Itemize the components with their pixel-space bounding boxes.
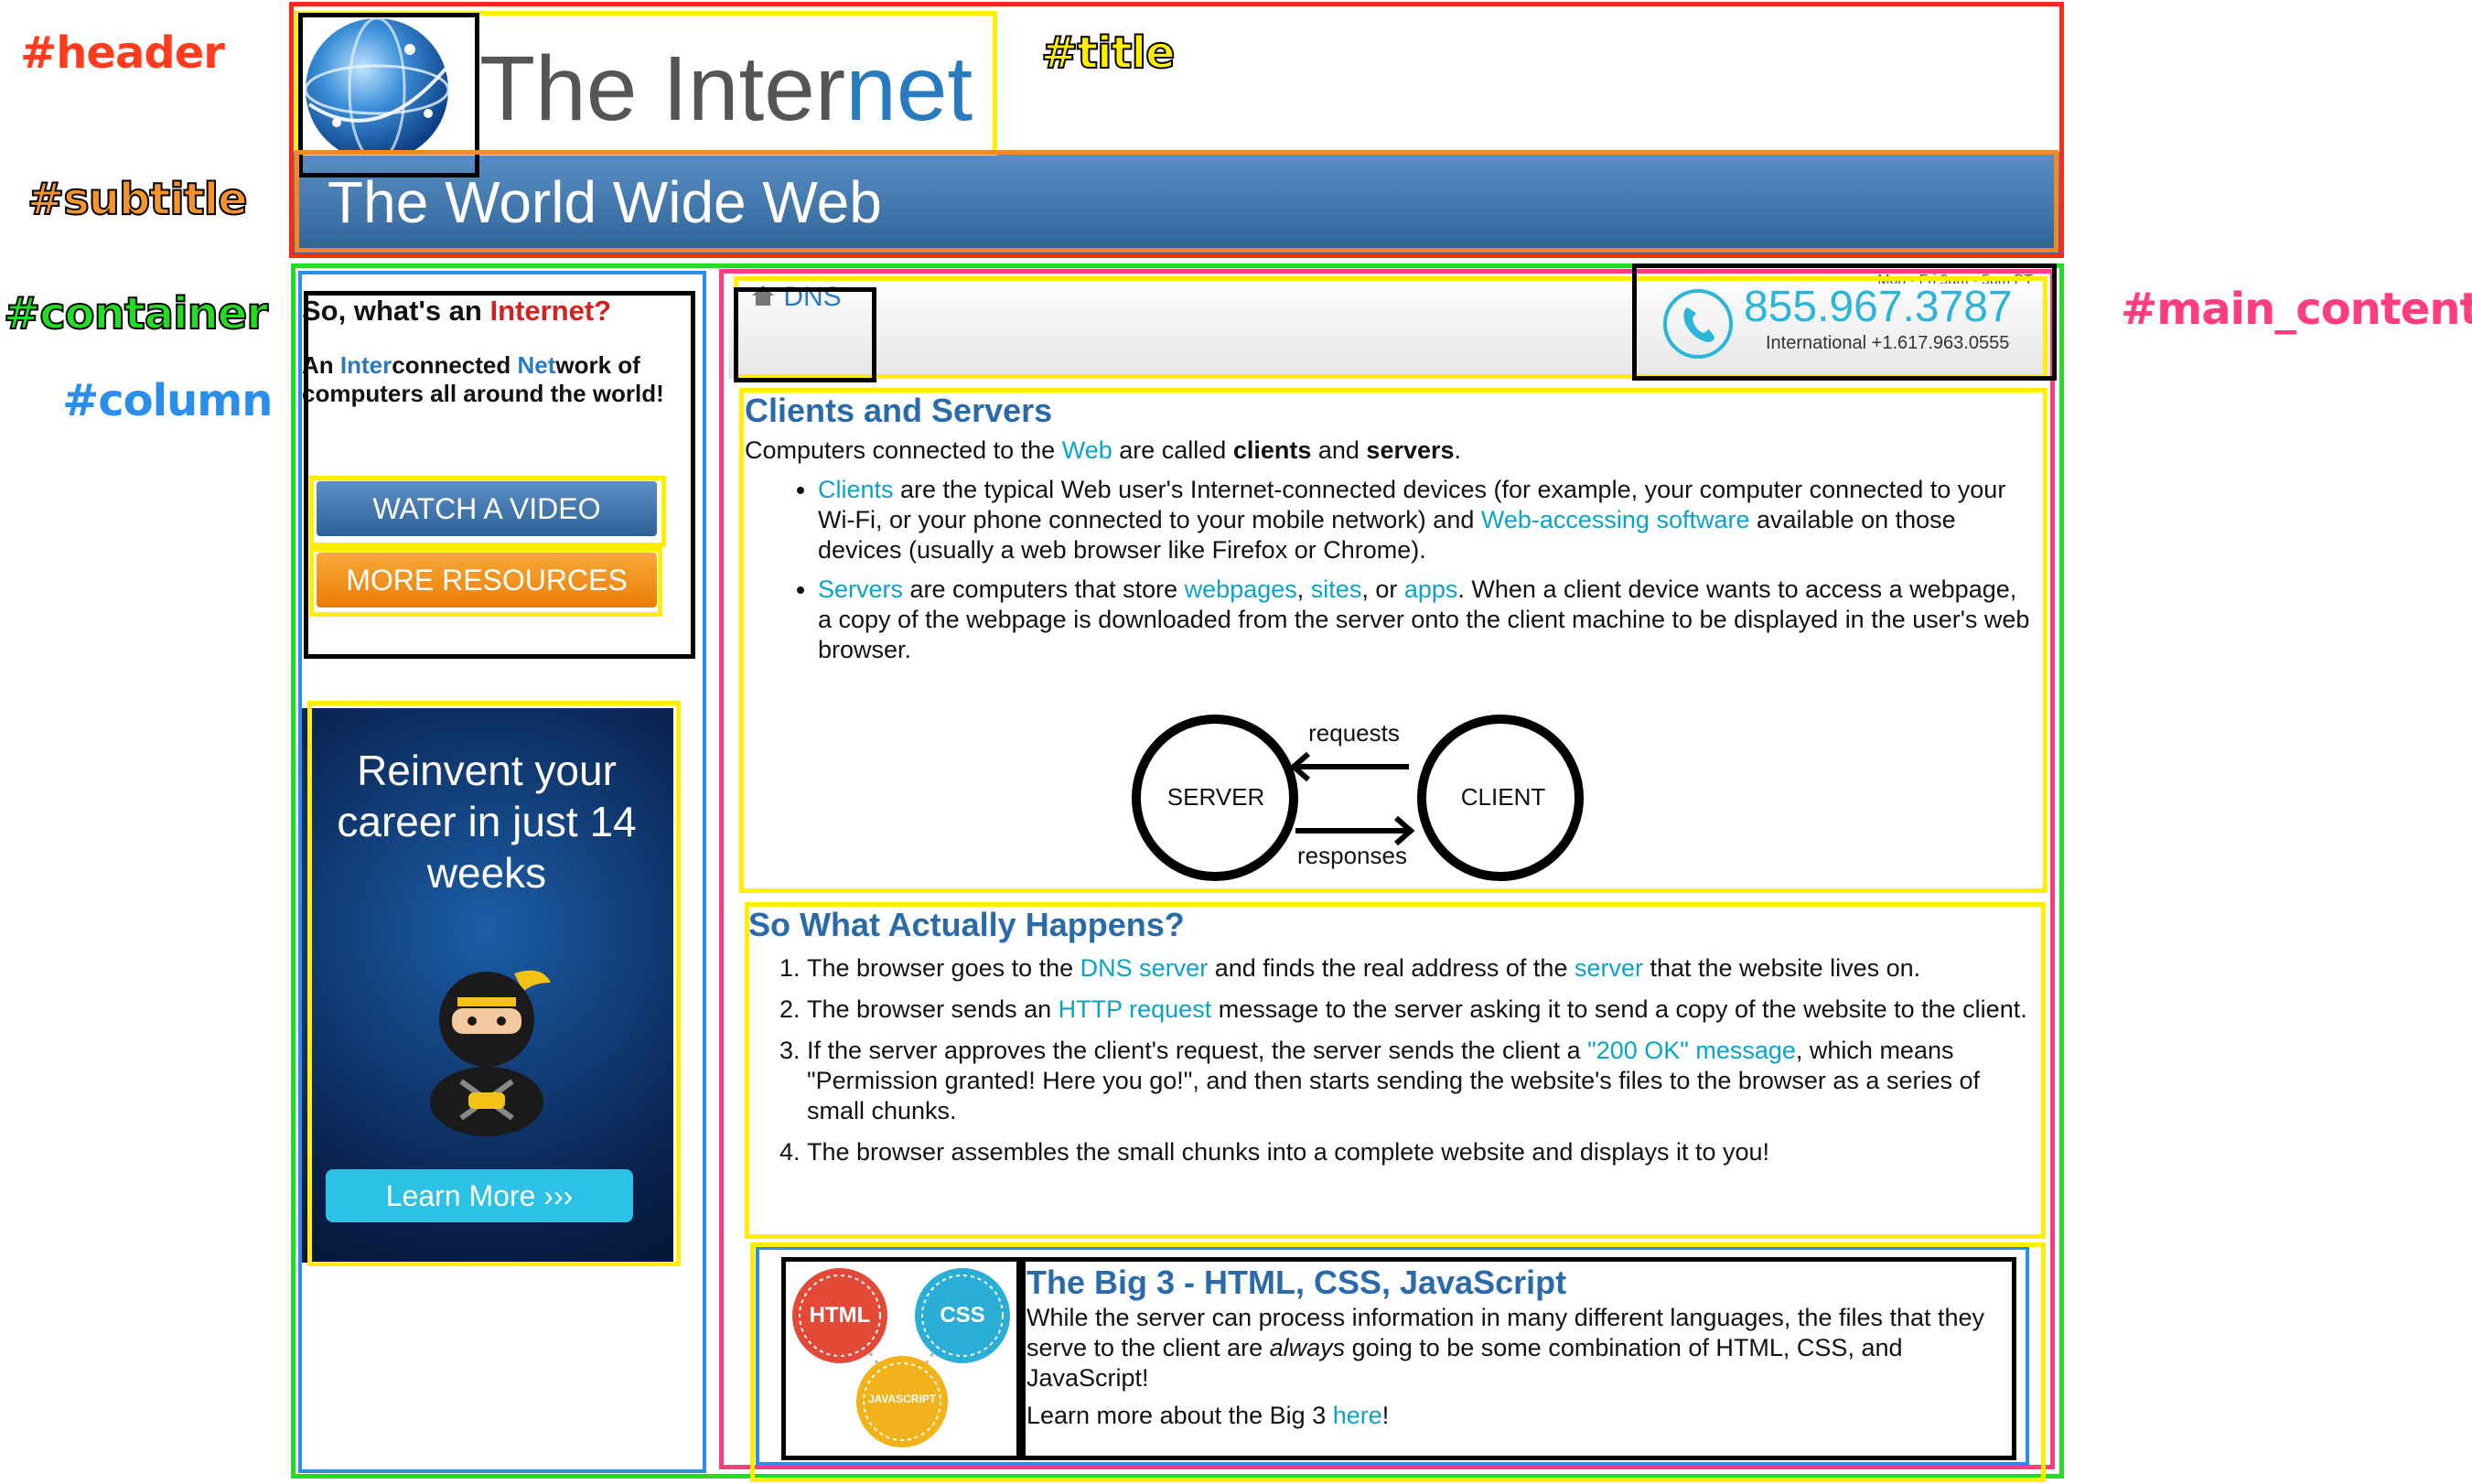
- annotation-header-label: #header: [20, 27, 225, 79]
- more-resources-button[interactable]: MORE RESOURCES: [317, 553, 657, 608]
- def-inter: Inter: [339, 351, 392, 379]
- step-item: If the server approves the client's requ…: [807, 1036, 2029, 1126]
- phone-intl: International +1.617.963.0555: [1766, 333, 2010, 353]
- breadcrumb-label: DNS: [783, 282, 842, 312]
- globe-logo: [300, 13, 454, 167]
- ad-headline: Reinvent your career in just 14 weeks: [337, 747, 637, 897]
- b2-comma-2: , or: [1361, 575, 1404, 603]
- breadcrumb[interactable]: DNS: [750, 282, 842, 318]
- intro-clients: clients: [1232, 436, 1312, 464]
- intro-text-1: Computers connected to the: [745, 436, 1062, 464]
- s2-text-2: message to the server asking it to send …: [1211, 995, 2027, 1023]
- sidebar-question-text: So, what's an: [302, 295, 490, 327]
- annotation-main-content-label: #main_content: [2121, 284, 2472, 335]
- ninja-icon: [404, 955, 569, 1138]
- 200-ok-link[interactable]: "200 OK" message: [1587, 1037, 1796, 1064]
- sidebar-question: So, what's an Internet?: [302, 293, 686, 329]
- diagram-requests-label: requests: [1308, 719, 1400, 747]
- css-badge-icon: CSS: [940, 1303, 985, 1328]
- watch-video-button[interactable]: WATCH A VIDEO: [317, 481, 657, 536]
- ad-banner[interactable]: Reinvent your career in just 14 weeks Le…: [300, 708, 673, 1263]
- web-link[interactable]: Web: [1062, 436, 1112, 464]
- site-title-text: The Inter: [479, 38, 846, 140]
- section1-list: Clients are the typical Web user's Inter…: [745, 475, 2035, 665]
- def-text-1: An: [302, 351, 340, 379]
- diagram-responses-label: responses: [1297, 842, 1407, 869]
- step-item: The browser goes to the DNS server and f…: [807, 953, 2029, 984]
- webpages-link[interactable]: webpages: [1185, 575, 1297, 603]
- intro-servers: servers: [1366, 436, 1455, 464]
- apps-link[interactable]: apps: [1404, 575, 1458, 603]
- site-title-accent: net: [845, 38, 973, 140]
- dns-server-link[interactable]: DNS server: [1080, 954, 1209, 982]
- home-icon: [750, 284, 776, 307]
- subtitle-text: The World Wide Web: [328, 169, 882, 235]
- annotation-subtitle-label: #subtitle: [27, 173, 249, 226]
- section1-title: Clients and Servers: [745, 392, 1053, 429]
- site-title: The Internet: [479, 38, 973, 139]
- sidebar-question-accent: Internet?: [489, 295, 612, 327]
- big3-p2-text-2: !: [1381, 1402, 1390, 1429]
- annotation-column-label: #column: [62, 375, 273, 426]
- phone-block[interactable]: Mon - Fri 9am - 5pm PT 855.967.3787 Inte…: [1656, 273, 2040, 375]
- step-item: The browser assembles the small chunks i…: [807, 1137, 2029, 1167]
- breadcrumb-bar: DNS Mon - Fri 9am - 5pm PT 855.967.3787 …: [728, 273, 2053, 379]
- header: The Internet The World Wide Web: [291, 4, 2062, 256]
- s1-text-1: The browser goes to the: [807, 954, 1080, 982]
- big3-text: The Big 3 - HTML, CSS, JavaScript While …: [1026, 1263, 2005, 1431]
- step-item: The browser sends an HTTP request messag…: [807, 995, 2029, 1025]
- diagram-server-label: SERVER: [1166, 783, 1265, 811]
- diagram-client-label: CLIENT: [1460, 783, 1546, 811]
- big3-here-link[interactable]: here: [1333, 1402, 1382, 1429]
- phone-icon: [1663, 289, 1733, 359]
- intro-text-3: and: [1311, 436, 1367, 464]
- big3-p1-em: always: [1269, 1334, 1346, 1361]
- intro-text-4: .: [1454, 436, 1462, 464]
- s3-text-1: If the server approves the client's requ…: [807, 1037, 1588, 1064]
- http-request-link[interactable]: HTTP request: [1059, 995, 1212, 1023]
- left-column: So, what's an Internet? An Interconnecte…: [300, 274, 697, 1464]
- big3-title: The Big 3 - HTML, CSS, JavaScript: [1026, 1264, 1567, 1301]
- web-accessing-software-link[interactable]: Web-accessing software: [1481, 506, 1750, 533]
- section2-title: So What Actually Happens?: [748, 906, 1185, 943]
- big3-badges: HTML CSS JAVASCRIPT: [779, 1261, 1025, 1453]
- list-item: Servers are computers that store webpage…: [818, 575, 2035, 665]
- intro-text-2: are called: [1112, 436, 1233, 464]
- client-server-diagram: SERVER CLIENT requests responses: [1131, 703, 1643, 886]
- big3-learn-more: Learn more about the Big 3 here!: [1026, 1401, 2005, 1431]
- html-badge-icon: HTML: [809, 1303, 871, 1328]
- steps-list: The browser goes to the DNS server and f…: [748, 953, 2029, 1167]
- b2-text-1: are computers that store: [903, 575, 1185, 603]
- main-content: DNS Mon - Fri 9am - 5pm PT 855.967.3787 …: [728, 273, 2053, 1462]
- def-text-2: connected: [392, 351, 518, 379]
- sites-link[interactable]: sites: [1311, 575, 1362, 603]
- section-what-happens: So What Actually Happens? The browser go…: [748, 904, 2029, 1167]
- s1-text-3: that the website lives on.: [1642, 954, 1921, 982]
- s2-text-1: The browser sends an: [807, 995, 1059, 1023]
- servers-link[interactable]: Servers: [818, 575, 903, 603]
- big3-p2-text-1: Learn more about the Big 3: [1026, 1402, 1333, 1429]
- server-link[interactable]: server: [1575, 954, 1643, 982]
- clients-link[interactable]: Clients: [818, 476, 894, 503]
- big3-paragraph: While the server can process information…: [1026, 1303, 2005, 1393]
- javascript-badge-icon: JAVASCRIPT: [867, 1393, 937, 1405]
- sidebar-definition: An Interconnected Network of computers a…: [302, 351, 677, 408]
- annotation-container-label: #container: [3, 287, 269, 340]
- list-item: Clients are the typical Web user's Inter…: [818, 475, 2035, 565]
- big3-panel: HTML CSS JAVASCRIPT The Big 3 - HTML, CS…: [761, 1253, 2031, 1457]
- subtitle-bar: The World Wide Web: [291, 152, 2062, 254]
- phone-number: 855.967.3787: [1744, 283, 2013, 331]
- section-clients-servers: Clients and Servers Computers connected …: [745, 390, 2035, 665]
- section1-intro: Computers connected to the Web are calle…: [745, 436, 2035, 466]
- def-net: Net: [517, 351, 556, 379]
- b2-comma-1: ,: [1296, 575, 1311, 603]
- s1-text-2: and finds the real address of the: [1208, 954, 1575, 982]
- learn-more-button[interactable]: Learn More ›››: [326, 1169, 633, 1222]
